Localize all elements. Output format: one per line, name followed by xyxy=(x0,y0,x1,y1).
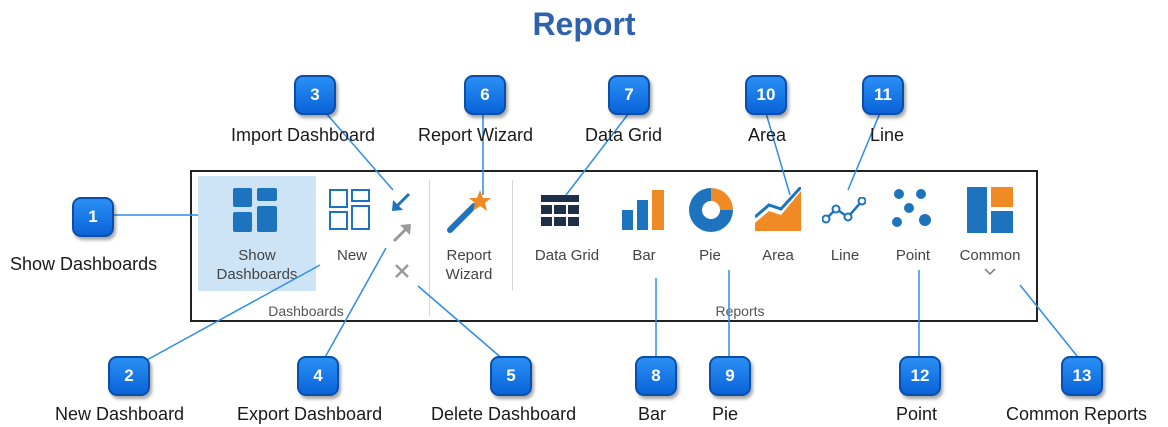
callout-badge-4: 4 xyxy=(297,356,339,396)
callout-badge-7: 7 xyxy=(608,75,650,115)
callout-badge-11: 11 xyxy=(862,75,904,115)
callout-badge-13: 13 xyxy=(1061,356,1103,396)
callout-label-8: Bar xyxy=(638,404,667,424)
callout-badge-10: 10 xyxy=(745,75,787,115)
callout-label-10: Area xyxy=(748,125,787,145)
callout-label-9: Pie xyxy=(712,404,739,424)
callout-badge-12: 12 xyxy=(899,356,941,396)
callout-badge-3: 3 xyxy=(294,75,336,115)
callout-badge-8: 8 xyxy=(635,356,677,396)
callout-badge-2: 2 xyxy=(108,356,150,396)
callout-label-1: Show Dashboards xyxy=(10,254,158,274)
callout-badge-5: 5 xyxy=(490,356,532,396)
callout-label-4: Export Dashboard xyxy=(237,404,383,424)
callout-connector-lines xyxy=(110,111,1082,362)
callout-label-13: Common Reports xyxy=(1006,404,1148,424)
callout-label-12: Point xyxy=(896,404,938,424)
callout-label-11: Line xyxy=(870,125,905,145)
callout-badge-6: 6 xyxy=(464,75,506,115)
callout-label-7: Data Grid xyxy=(585,125,663,145)
callout-badge-1: 1 xyxy=(72,197,114,237)
callout-label-3: Import Dashboard xyxy=(231,125,376,145)
callout-label-6: Report Wizard xyxy=(418,125,534,145)
callout-badge-9: 9 xyxy=(709,356,751,396)
callout-label-5: Delete Dashboard xyxy=(431,404,577,424)
callout-label-2: New Dashboard xyxy=(55,404,185,424)
